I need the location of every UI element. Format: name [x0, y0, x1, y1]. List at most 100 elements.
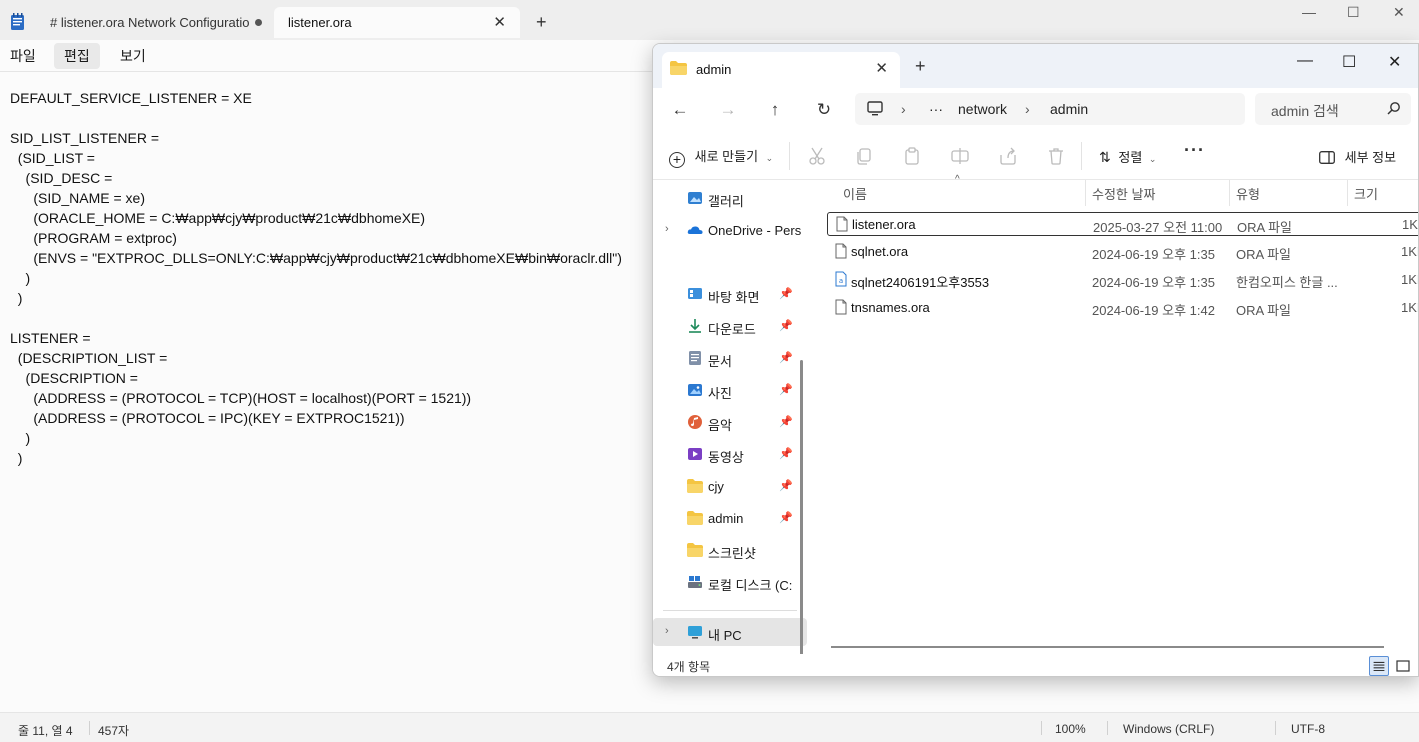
breadcrumb-more[interactable]: ···	[929, 101, 943, 117]
maximize-icon[interactable]: ☐	[1342, 52, 1356, 72]
chevron-right-icon[interactable]: ›	[665, 223, 669, 235]
file-icon	[836, 216, 848, 232]
delete-icon[interactable]	[1046, 146, 1066, 166]
hwp-file-icon: a	[835, 271, 847, 287]
folder-icon	[687, 511, 703, 525]
nav-item-desktop[interactable]: 바탕 화면 📌	[653, 280, 807, 308]
rename-icon[interactable]	[950, 146, 970, 166]
file-list: ^ 이름 수정한 날짜 유형 크기 listener.ora 2025-03-27…	[815, 174, 1418, 654]
tiles-view-icon[interactable]	[1393, 656, 1413, 676]
nav-item-label: 갤러리	[708, 194, 744, 209]
plus-circle-icon: +	[669, 152, 685, 168]
column-modified[interactable]: 수정한 날짜	[1092, 184, 1155, 208]
desktop-icon	[688, 288, 702, 299]
file-row[interactable]: tnsnames.ora 2024-06-19 오후 1:42 ORA 파일 1KB	[827, 296, 1418, 320]
sort-button[interactable]: ⇅ 정렬 ⌄	[1099, 147, 1156, 166]
menu-file[interactable]: 파일	[0, 43, 46, 69]
encoding[interactable]: UTF-8	[1291, 722, 1325, 736]
notepad-tab-network-config[interactable]: # listener.ora Network Configuratio	[36, 7, 274, 38]
forward-arrow-icon[interactable]: →	[714, 96, 742, 124]
search-input[interactable]: admin 검색	[1255, 93, 1411, 125]
pin-icon[interactable]: 📌	[779, 351, 793, 364]
nav-item-pc[interactable]: › 내 PC	[653, 618, 807, 646]
nav-item-folder[interactable]: admin 📌	[653, 504, 807, 532]
details-pane-button[interactable]: 세부 정보	[1319, 147, 1396, 166]
breadcrumb-network[interactable]: network	[958, 101, 1007, 117]
tab-label: listener.ora	[288, 15, 352, 30]
folder-icon	[687, 479, 703, 493]
editor-line: )	[10, 450, 23, 466]
gallery-icon	[688, 192, 702, 204]
new-tab-button[interactable]: +	[915, 56, 926, 77]
copy-icon[interactable]	[854, 146, 874, 166]
pin-icon[interactable]: 📌	[779, 415, 793, 428]
pin-icon[interactable]: 📌	[779, 287, 793, 300]
breadcrumb-admin[interactable]: admin	[1050, 101, 1088, 117]
details-view-icon[interactable]	[1369, 656, 1389, 676]
file-icon	[835, 299, 847, 315]
close-tab-icon[interactable]: ✕	[875, 59, 888, 77]
refresh-icon[interactable]: ↻	[810, 96, 838, 124]
horizontal-scrollbar[interactable]	[831, 646, 1384, 648]
minimize-icon[interactable]: —	[1297, 52, 1313, 70]
nav-scrollbar[interactable]	[800, 360, 803, 676]
notepad-tab-listener[interactable]: listener.ora ✕	[274, 7, 520, 38]
explorer-toolbar: + 새로 만들기 ⌄ ⇅ 정렬 ⌄ ··· 세부 정보	[653, 132, 1418, 180]
back-arrow-icon[interactable]: ←	[666, 96, 694, 124]
pin-icon[interactable]: 📌	[779, 319, 793, 332]
up-arrow-icon[interactable]: ↑	[761, 96, 789, 124]
folder-icon	[687, 543, 703, 557]
breadcrumb-chevron-icon: ›	[1025, 101, 1030, 117]
nav-item-music[interactable]: 음악 📌	[653, 408, 807, 436]
address-bar[interactable]: › ··· network › admin	[855, 93, 1245, 125]
file-name: sqlnet2406191오후3553	[851, 275, 990, 290]
unsaved-dot-icon	[255, 19, 262, 26]
maximize-icon[interactable]: ☐	[1347, 4, 1360, 21]
chevron-right-icon[interactable]: ›	[665, 625, 669, 637]
nav-item-folder[interactable]: 스크린샷	[653, 536, 807, 564]
share-icon[interactable]	[998, 146, 1018, 166]
new-item-button[interactable]: + 새로 만들기 ⌄	[669, 146, 773, 168]
file-size: 1KB	[1401, 244, 1418, 259]
nav-item-drive[interactable]: 로컬 디스크 (C:	[653, 568, 807, 596]
file-type: ORA 파일	[1237, 220, 1292, 235]
nav-item-download[interactable]: 다운로드 📌	[653, 312, 807, 340]
item-count: 4개 항목	[667, 660, 711, 674]
file-name: listener.ora	[852, 217, 916, 232]
new-tab-button[interactable]: +	[536, 12, 547, 33]
more-options-icon[interactable]: ···	[1184, 140, 1205, 161]
line-ending[interactable]: Windows (CRLF)	[1123, 722, 1214, 736]
editor-line: (SID_NAME = xe)	[10, 190, 145, 206]
menu-edit[interactable]: 편집	[54, 43, 100, 69]
zoom-level[interactable]: 100%	[1055, 722, 1086, 736]
pin-icon[interactable]: 📌	[779, 511, 793, 524]
nav-item-documents[interactable]: 문서 📌	[653, 344, 807, 372]
nav-item-label: 스크린샷	[708, 546, 756, 561]
char-count: 457자	[98, 724, 130, 738]
menu-view[interactable]: 보기	[110, 43, 156, 69]
pin-icon[interactable]: 📌	[779, 383, 793, 396]
column-size[interactable]: 크기	[1354, 184, 1378, 208]
pin-icon[interactable]: 📌	[779, 479, 793, 492]
nav-item-gallery[interactable]: 갤러리	[653, 184, 807, 212]
nav-item-videos[interactable]: 동영상 📌	[653, 440, 807, 468]
cut-icon[interactable]	[807, 146, 827, 166]
file-row[interactable]: sqlnet.ora 2024-06-19 오후 1:35 ORA 파일 1KB	[827, 240, 1418, 264]
close-window-icon[interactable]: ✕	[1393, 4, 1405, 21]
nav-item-label: 문서	[708, 354, 732, 369]
pin-icon[interactable]: 📌	[779, 447, 793, 460]
file-row[interactable]: a sqlnet2406191오후3553 2024-06-19 오후 1:35 한컴…	[827, 268, 1418, 292]
column-type[interactable]: 유형	[1236, 184, 1260, 208]
pc-icon	[688, 626, 702, 639]
nav-item-onedrive[interactable]: › OneDrive - Pers	[653, 216, 807, 244]
nav-item-pictures[interactable]: 사진 📌	[653, 376, 807, 404]
paste-icon[interactable]	[902, 146, 922, 166]
close-tab-icon[interactable]: ✕	[493, 13, 506, 31]
nav-item-folder[interactable]: cjy 📌	[653, 472, 807, 500]
close-window-icon[interactable]: ✕	[1388, 52, 1401, 72]
breadcrumb-chevron-icon: ›	[901, 101, 906, 117]
explorer-tab-admin[interactable]: admin ✕	[662, 52, 900, 88]
minimize-icon[interactable]: —	[1302, 4, 1316, 20]
column-name[interactable]: 이름	[843, 184, 867, 208]
file-row[interactable]: listener.ora 2025-03-27 오전 11:00 ORA 파일 1KB	[827, 212, 1418, 236]
